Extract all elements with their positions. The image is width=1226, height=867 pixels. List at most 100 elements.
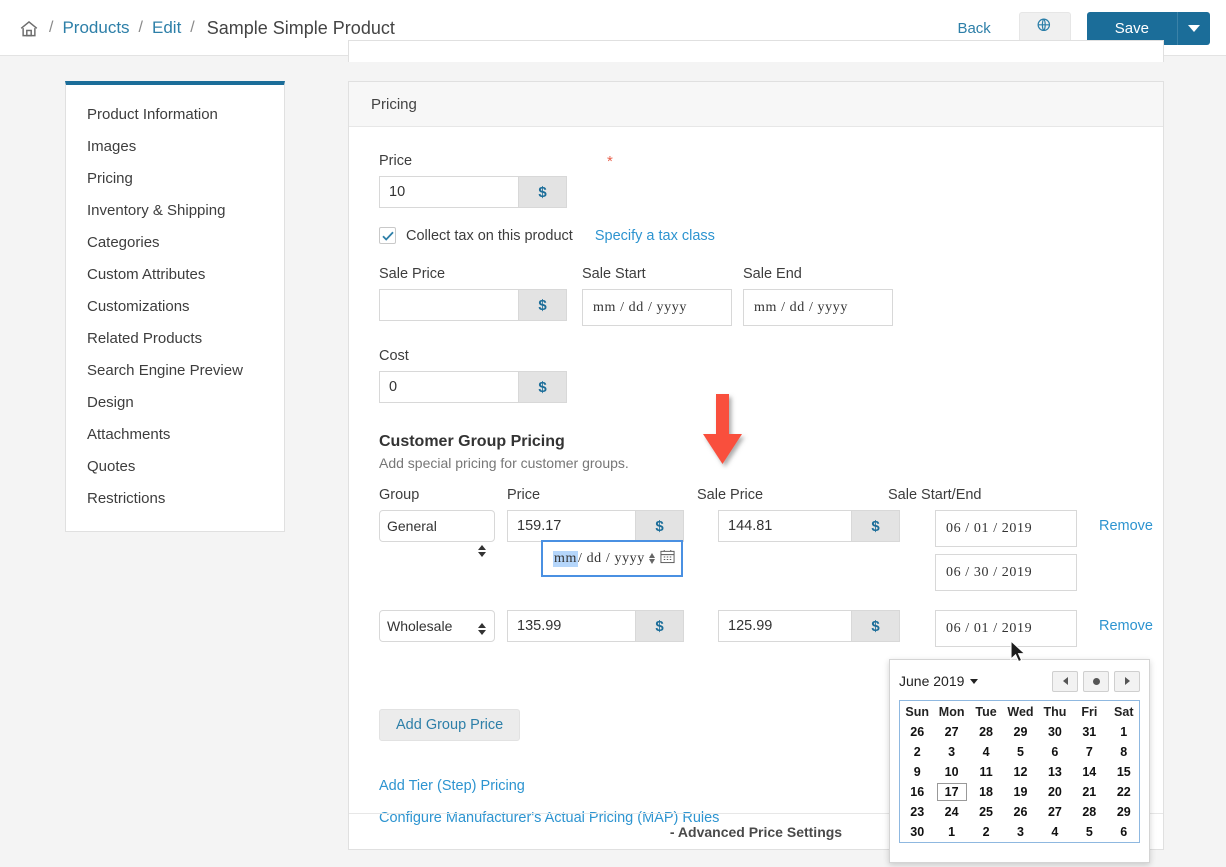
sidebar-item-pricing[interactable]: Pricing [66,163,284,195]
calendar-day-cell[interactable]: 2 [969,822,1003,842]
datepicker-next-button[interactable] [1114,670,1140,692]
calendar-day-cell[interactable]: 17 [934,782,968,802]
calendar-dayname: Fri [1081,704,1098,719]
calendar-day-cell[interactable]: 2 [900,742,934,762]
sidebar-item-search-engine-preview[interactable]: Search Engine Preview [66,355,284,387]
add-group-price-button[interactable]: Add Group Price [379,709,521,741]
price-currency-addon: $ [519,176,567,208]
calendar-day-cell[interactable]: 7 [1072,742,1106,762]
calendar-day-cell[interactable]: 26 [900,722,934,742]
datepicker-today-button[interactable] [1083,670,1109,692]
calendar-day-cell[interactable]: 30 [1038,722,1072,742]
back-link[interactable]: Back [957,20,990,37]
cost-input[interactable] [379,371,519,403]
calendar-day-cell[interactable]: 26 [1003,802,1037,822]
calendar-day-cell[interactable]: 11 [969,762,1003,782]
collect-tax-checkbox[interactable] [379,227,396,244]
save-dropdown-button[interactable] [1177,11,1210,45]
group-select-row2[interactable]: Wholesale [379,610,495,642]
calendar-day-cell[interactable]: 12 [1003,762,1037,782]
date-segment-month[interactable]: mm [553,550,578,567]
calendar-day-cell[interactable]: 1 [1107,722,1141,742]
calendar-day-cell[interactable]: 4 [1038,822,1072,842]
calendar-day-cell[interactable]: 29 [1107,802,1141,822]
calendar-day-cell[interactable]: 3 [1003,822,1037,842]
calendar-day-cell[interactable]: 10 [934,762,968,782]
sidebar-item-design[interactable]: Design [66,387,284,419]
calendar-day-cell[interactable]: 28 [1072,802,1106,822]
sidebar-item-related-products[interactable]: Related Products [66,323,284,355]
sidebar-item-quotes[interactable]: Quotes [66,451,284,483]
date-spinner-icon[interactable] [649,553,655,564]
breadcrumb-edit[interactable]: Edit [152,18,181,38]
collect-tax-row: Collect tax on this product Specify a ta… [379,227,1133,244]
row1-sale-price-group: $ [718,510,900,591]
calendar-day-cell[interactable]: 28 [969,722,1003,742]
sale-end-input[interactable]: mm / dd / yyyy [743,289,893,326]
calendar-day-cell[interactable]: 29 [1003,722,1037,742]
calendar-day-cell[interactable]: 30 [900,822,934,842]
breadcrumb-separator-1: / [49,19,54,36]
datepicker-month-selector[interactable]: June 2019 [899,673,979,689]
calendar-day-cell[interactable]: 31 [1072,722,1106,742]
breadcrumb-products[interactable]: Products [62,18,129,38]
group-sale-end-row2-focused[interactable]: mm / dd / yyyy [541,540,683,577]
sale-start-input[interactable]: mm / dd / yyyy [582,289,732,326]
calendar-day-cell[interactable]: 13 [1038,762,1072,782]
sidebar-item-inventory-shipping[interactable]: Inventory & Shipping [66,195,284,227]
calendar-day-cell[interactable]: 21 [1072,782,1106,802]
calendar-day-cell[interactable]: 5 [1003,742,1037,762]
calendar-today-marker: 17 [936,783,967,801]
calendar-day-cell[interactable]: 19 [1003,782,1037,802]
calendar-day-cell[interactable]: 14 [1072,762,1106,782]
group-sale-price-input-row2[interactable] [718,610,852,642]
calendar-day-cell[interactable]: 5 [1072,822,1106,842]
table-row: General $ $ 06 / 01 / 2019 06 / 30 / 201… [379,510,1153,591]
price-input[interactable] [379,176,519,208]
group-sale-end-row1[interactable]: 06 / 30 / 2019 [935,554,1077,591]
remove-link-row1[interactable]: Remove [1099,518,1153,591]
group-sale-start-row1[interactable]: 06 / 01 / 2019 [935,510,1077,547]
sidebar-item-product-information[interactable]: Product Information [66,99,284,131]
calendar-day-cell[interactable]: 22 [1107,782,1141,802]
calendar-day-cell[interactable]: 27 [934,722,968,742]
group-sale-price-input-row1[interactable] [718,510,852,542]
remove-link-row2[interactable]: Remove [1099,618,1153,647]
group-price-input-row1[interactable] [507,510,636,542]
calendar-day-cell[interactable]: 15 [1107,762,1141,782]
sidebar-item-attachments[interactable]: Attachments [66,419,284,451]
calendar-day-cell[interactable]: 23 [900,802,934,822]
breadcrumb-separator-3: / [190,19,195,36]
sidebar-item-restrictions[interactable]: Restrictions [66,483,284,515]
calendar-day-cell[interactable]: 4 [969,742,1003,762]
sidebar-item-images[interactable]: Images [66,131,284,163]
calendar-day-cell[interactable]: 6 [1107,822,1141,842]
group-select-row1[interactable]: General [379,510,495,542]
calendar-dayname: Wed [1007,704,1034,719]
sidebar-item-customizations[interactable]: Customizations [66,291,284,323]
advanced-price-settings-label: - Advanced Price Settings [669,823,843,840]
sale-price-input[interactable] [379,289,519,321]
calendar-day-cell[interactable]: 6 [1038,742,1072,762]
calendar-dayname: Tue [975,704,997,719]
calendar-day-cell[interactable]: 3 [934,742,968,762]
calendar-day-cell[interactable]: 24 [934,802,968,822]
calendar-day-cell[interactable]: 1 [934,822,968,842]
specify-tax-class-link[interactable]: Specify a tax class [595,228,715,244]
group-price-input-row2[interactable] [507,610,636,642]
calendar-icon[interactable] [660,549,675,569]
calendar-day-cell[interactable]: 18 [969,782,1003,802]
sidebar-item-custom-attributes[interactable]: Custom Attributes [66,259,284,291]
calendar-dayname: Sun [905,704,930,719]
calendar-day-cell[interactable]: 16 [900,782,934,802]
calendar-day-cell[interactable]: 20 [1038,782,1072,802]
sidebar-item-categories[interactable]: Categories [66,227,284,259]
calendar-day-cell[interactable]: 25 [969,802,1003,822]
calendar-day-cell[interactable]: 8 [1107,742,1141,762]
datepicker-prev-button[interactable] [1052,670,1078,692]
datepicker-popup: June 2019 Sun Mon Tue Wed Thu Fri Sat 26 27 28 29… [889,659,1150,863]
home-icon[interactable] [18,18,40,40]
group-sale-start-row2[interactable]: 06 / 01 / 2019 [935,610,1077,647]
calendar-day-cell[interactable]: 27 [1038,802,1072,822]
calendar-day-cell[interactable]: 9 [900,762,934,782]
